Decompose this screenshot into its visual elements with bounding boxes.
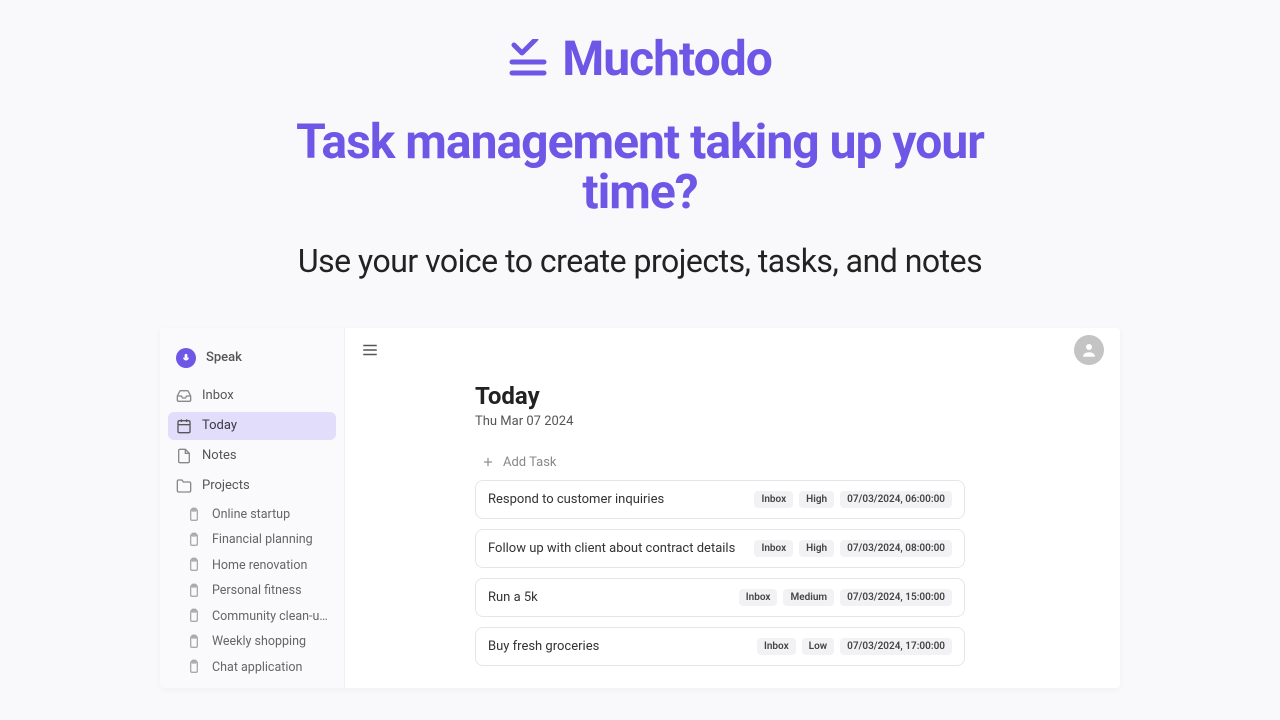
sidebar-item-today[interactable]: Today	[168, 412, 336, 440]
task-list-tag: Inbox	[754, 491, 793, 508]
project-item[interactable]: Weekly shopping	[168, 629, 336, 654]
avatar[interactable]	[1074, 335, 1104, 365]
task-due-tag: 07/03/2024, 06:00:00	[840, 491, 952, 508]
project-item[interactable]: Personal fitness	[168, 578, 336, 603]
sidebar-item-label: Inbox	[202, 388, 234, 403]
speak-label: Speak	[206, 350, 242, 365]
sidebar-item-label: Projects	[202, 478, 250, 493]
app-preview: Speak Inbox Today Notes Projects Online …	[160, 328, 1120, 688]
clipboard-icon	[186, 634, 202, 650]
task-priority-tag: High	[799, 491, 834, 508]
task-list-tag: Inbox	[757, 638, 796, 655]
sidebar-item-label: Today	[202, 418, 237, 433]
sidebar-item-label: Notes	[202, 448, 237, 463]
task-row[interactable]: Respond to customer inquiries Inbox High…	[475, 480, 965, 519]
sidebar: Speak Inbox Today Notes Projects Online …	[160, 328, 345, 688]
clipboard-icon	[186, 507, 202, 523]
project-item[interactable]: Chat application	[168, 654, 336, 679]
clipboard-icon	[186, 659, 202, 675]
page-date: Thu Mar 07 2024	[475, 414, 1120, 429]
task-due-tag: 07/03/2024, 08:00:00	[840, 540, 952, 557]
hero-headline: Task management taking up your time?	[296, 117, 984, 218]
topbar	[345, 328, 1120, 372]
task-priority-tag: High	[799, 540, 834, 557]
project-item[interactable]: Financial planning	[168, 527, 336, 552]
logo-text: Muchtodo	[562, 30, 772, 87]
sidebar-item-projects[interactable]: Projects	[168, 472, 336, 500]
task-title: Respond to customer inquiries	[488, 492, 664, 507]
add-task-button[interactable]: Add Task	[475, 455, 1120, 470]
menu-icon[interactable]	[361, 341, 379, 359]
task-list-tag: Inbox	[739, 589, 778, 606]
calendar-icon	[176, 418, 192, 434]
clipboard-icon	[186, 583, 202, 599]
project-item[interactable]: Community clean-up ini...	[168, 603, 336, 628]
main-area: Today Thu Mar 07 2024 Add Task Respond t…	[345, 328, 1120, 688]
plus-icon	[481, 455, 495, 469]
task-list-tag: Inbox	[754, 540, 793, 557]
hero-subhead: Use your voice to create projects, tasks…	[298, 242, 982, 280]
sidebar-item-notes[interactable]: Notes	[168, 442, 336, 470]
task-priority-tag: Low	[802, 638, 834, 655]
task-due-tag: 07/03/2024, 17:00:00	[840, 638, 952, 655]
sidebar-item-inbox[interactable]: Inbox	[168, 382, 336, 410]
mic-icon	[176, 348, 196, 368]
clipboard-icon	[186, 557, 202, 573]
app-logo: Muchtodo	[508, 30, 772, 87]
clipboard-icon	[186, 532, 202, 548]
task-priority-tag: Medium	[783, 589, 834, 606]
speak-button[interactable]: Speak	[168, 342, 336, 374]
inbox-icon	[176, 388, 192, 404]
logo-mark-icon	[508, 39, 548, 79]
task-title: Follow up with client about contract det…	[488, 541, 735, 556]
note-icon	[176, 448, 192, 464]
folder-icon	[176, 478, 192, 494]
task-title: Run a 5k	[488, 590, 538, 605]
page-title: Today	[475, 382, 1120, 410]
clipboard-icon	[186, 608, 202, 624]
task-row[interactable]: Buy fresh groceries Inbox Low 07/03/2024…	[475, 627, 965, 666]
task-list: Respond to customer inquiries Inbox High…	[475, 480, 1120, 666]
task-row[interactable]: Follow up with client about contract det…	[475, 529, 965, 568]
task-due-tag: 07/03/2024, 15:00:00	[840, 589, 952, 606]
task-row[interactable]: Run a 5k Inbox Medium 07/03/2024, 15:00:…	[475, 578, 965, 617]
project-item[interactable]: Home renovation	[168, 553, 336, 578]
project-item[interactable]: Online startup	[168, 502, 336, 527]
add-task-label: Add Task	[503, 455, 557, 470]
task-title: Buy fresh groceries	[488, 639, 599, 654]
